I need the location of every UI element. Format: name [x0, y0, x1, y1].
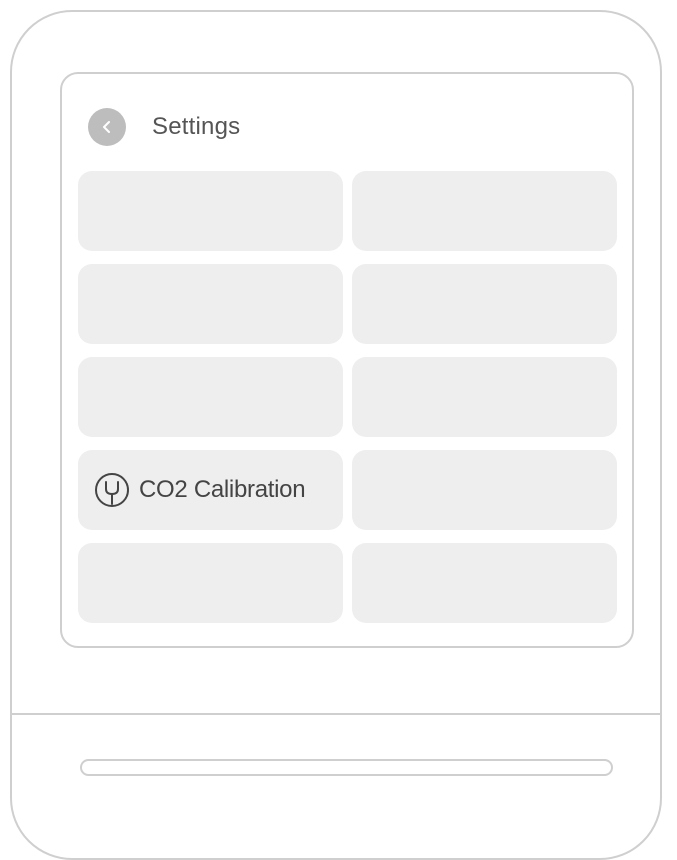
settings-tile-6[interactable]: [352, 357, 617, 437]
settings-tile-10[interactable]: [352, 543, 617, 623]
settings-tile-4[interactable]: [352, 264, 617, 344]
page-title: Settings: [152, 113, 241, 140]
settings-screen: Settings CO2 Calibration: [60, 72, 634, 648]
settings-tile-3[interactable]: [78, 264, 343, 344]
settings-tile-2[interactable]: [352, 171, 617, 251]
settings-tile-9[interactable]: [78, 543, 343, 623]
settings-tile-8[interactable]: [352, 450, 617, 530]
settings-tile-1[interactable]: [78, 171, 343, 251]
device-slot: [80, 759, 613, 776]
back-button[interactable]: [88, 108, 126, 146]
co2-calibration-tile[interactable]: CO2 Calibration: [78, 450, 343, 530]
header: Settings: [88, 108, 240, 146]
tuning-fork-icon: [94, 472, 130, 508]
settings-tile-5[interactable]: [78, 357, 343, 437]
tile-label: CO2 Calibration: [139, 476, 306, 503]
chevron-left-icon: [99, 119, 115, 135]
device-divider: [10, 713, 662, 715]
